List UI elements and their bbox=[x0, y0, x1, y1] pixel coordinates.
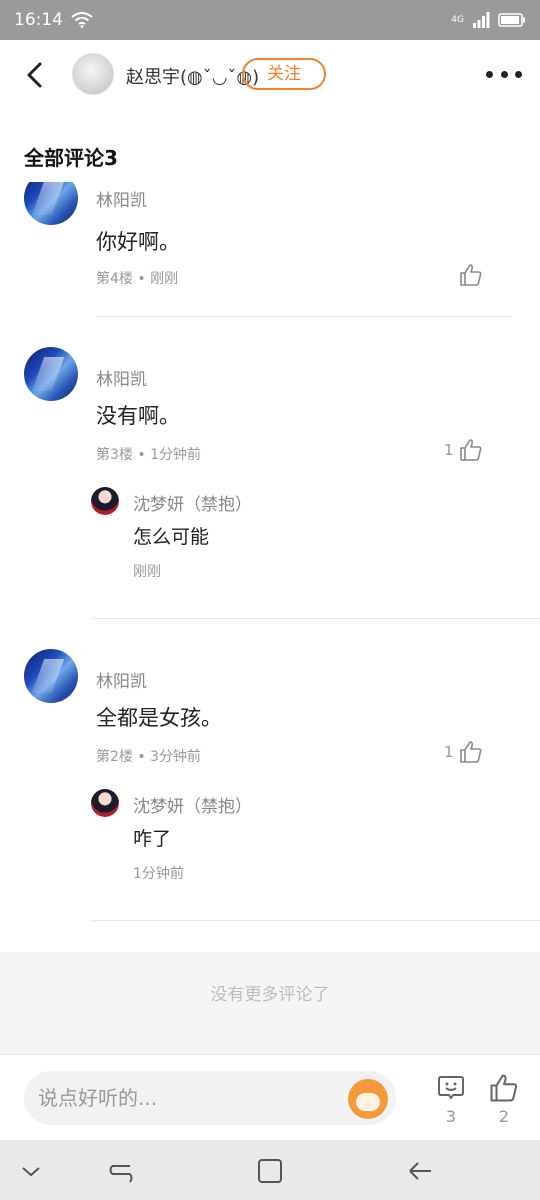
status-bar: 16:14 4G bbox=[0, 0, 540, 40]
signal-icon bbox=[473, 12, 490, 28]
reply-author[interactable]: 沈梦妍（禁抱） bbox=[133, 792, 252, 817]
thumbs-up-icon[interactable] bbox=[459, 263, 483, 287]
comment-author[interactable]: 林阳凯 bbox=[96, 186, 147, 211]
author-avatar[interactable] bbox=[72, 53, 114, 95]
home-icon[interactable] bbox=[255, 1156, 285, 1186]
avatar[interactable] bbox=[24, 182, 78, 225]
like-count: 1 bbox=[444, 743, 454, 761]
thumbs-up-icon[interactable] bbox=[459, 438, 483, 462]
back-arrow-icon[interactable] bbox=[20, 60, 50, 90]
top-header: 赵思宇(◍ˇ◡ˇ◍) 关注 bbox=[0, 40, 540, 110]
follow-button[interactable]: 关注 bbox=[242, 58, 326, 90]
bottom-action-bar: 说点好听的... 3 2 bbox=[0, 1054, 540, 1140]
wifi-icon bbox=[71, 12, 93, 28]
system-nav-bar bbox=[0, 1140, 540, 1200]
like-count: 2 bbox=[498, 1107, 510, 1126]
back-icon[interactable] bbox=[405, 1156, 435, 1186]
reply-time: 1分钟前 bbox=[133, 866, 184, 882]
comment-text: 没有啊。 bbox=[96, 404, 180, 428]
divider bbox=[96, 316, 512, 317]
comment-author[interactable]: 林阳凯 bbox=[96, 667, 147, 692]
comment-count: 3 bbox=[445, 1107, 457, 1126]
reply-time: 刚刚 bbox=[133, 564, 161, 580]
emoji-icon[interactable] bbox=[348, 1079, 388, 1119]
more-icon[interactable] bbox=[486, 68, 522, 80]
avatar[interactable] bbox=[24, 347, 78, 401]
comment-meta: 第2楼 • 3分钟前 bbox=[96, 749, 201, 765]
comment-list[interactable]: 林阳凯 你好啊。 第4楼 • 刚刚 林阳凯 没有啊。 第3楼 • 1分钟前 1 … bbox=[0, 182, 540, 952]
author-name[interactable]: 赵思宇(◍ˇ◡ˇ◍) bbox=[126, 63, 259, 89]
no-more-comments: 没有更多评论了 bbox=[0, 952, 540, 1054]
comment-text: 全都是女孩。 bbox=[96, 706, 222, 730]
reply-avatar[interactable] bbox=[91, 789, 119, 817]
thumbs-up-icon[interactable] bbox=[489, 1073, 519, 1103]
divider bbox=[90, 618, 540, 619]
recent-apps-icon[interactable] bbox=[106, 1156, 136, 1186]
chevron-down-icon[interactable] bbox=[16, 1156, 46, 1186]
thumbs-up-icon[interactable] bbox=[459, 740, 483, 764]
reply-avatar[interactable] bbox=[91, 487, 119, 515]
reply-author[interactable]: 沈梦妍（禁抱） bbox=[133, 490, 252, 515]
network-type: 4G bbox=[451, 14, 464, 25]
section-title: 全部评论3 bbox=[24, 146, 118, 170]
reply-text: 怎么可能 bbox=[133, 526, 210, 548]
comment-text: 你好啊。 bbox=[96, 230, 180, 254]
comment-author[interactable]: 林阳凯 bbox=[96, 365, 147, 390]
comment-input[interactable]: 说点好听的... bbox=[24, 1071, 396, 1125]
comment-icon[interactable] bbox=[436, 1073, 466, 1103]
status-time: 16:14 bbox=[14, 10, 63, 30]
like-count: 1 bbox=[444, 441, 454, 459]
divider bbox=[90, 920, 540, 921]
battery-icon bbox=[498, 13, 525, 27]
comment-meta: 第3楼 • 1分钟前 bbox=[96, 447, 201, 463]
avatar[interactable] bbox=[24, 649, 78, 703]
reply-text: 咋了 bbox=[133, 828, 172, 850]
comment-meta: 第4楼 • 刚刚 bbox=[96, 271, 179, 287]
